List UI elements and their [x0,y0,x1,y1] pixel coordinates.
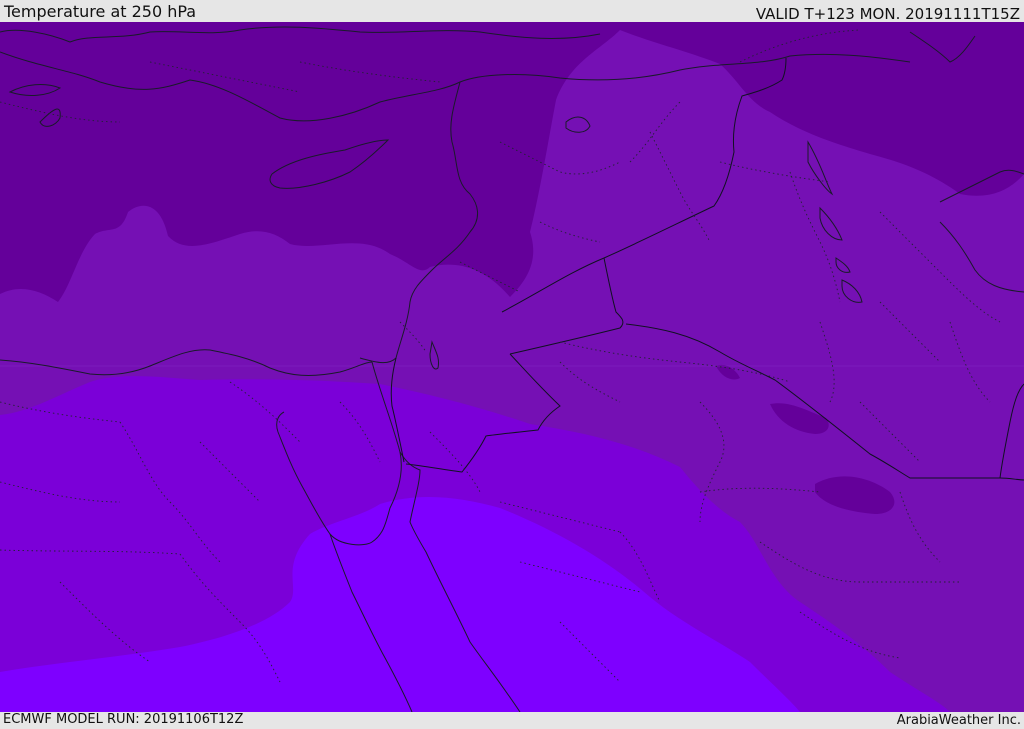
provider-credit: ArabiaWeather Inc. [896,713,1021,728]
bottom-bar: ECMWF MODEL RUN: 20191106T12Z ArabiaWeat… [0,712,1024,729]
model-run: ECMWF MODEL RUN: 20191106T12Z [3,712,244,727]
valid-time: VALID T+123 MON. 20191111T15Z [755,5,1020,23]
map-canvas [0,22,1024,712]
map-title: Temperature at 250 hPa [4,2,197,21]
top-bar: Temperature at 250 hPa VALID T+123 MON. … [0,0,1024,23]
